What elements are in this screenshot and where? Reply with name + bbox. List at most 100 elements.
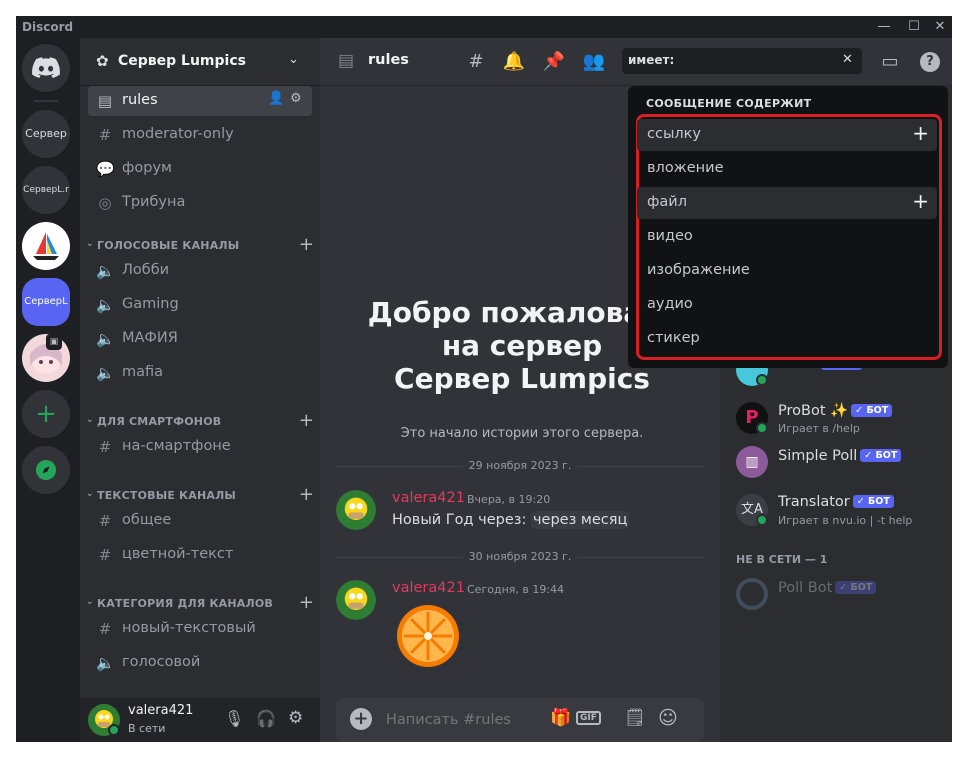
rules-channel-icon: ▤ <box>338 51 355 71</box>
minimize-button[interactable]: — <box>874 18 894 36</box>
gif-button[interactable]: GIF <box>576 711 601 725</box>
channel-rules[interactable]: ▤ rules 👤 ⚙ <box>88 86 312 116</box>
member-list-icon[interactable]: 👥 <box>582 50 606 74</box>
filter-option-video[interactable]: видео <box>637 221 937 253</box>
member-simple-poll[interactable]: ▥ Simple Poll ✓ БОТ <box>734 444 944 486</box>
stage-icon: ◎ <box>98 194 112 212</box>
channel-voice[interactable]: 🔈 голосовой <box>88 648 312 678</box>
hash-icon: # <box>98 438 112 456</box>
category-text[interactable]: ⌄ ТЕКСТОВЫЕ КАНАЛЫ + <box>86 484 314 505</box>
server-icon-serverl-r[interactable]: СерверL.r <box>22 166 70 214</box>
add-channel-icon[interactable]: + <box>299 410 314 431</box>
server-icon-sailboat[interactable] <box>22 222 70 270</box>
bot-badge: ✓ БОТ <box>852 495 894 508</box>
online-status-dot <box>756 514 768 526</box>
add-server-button[interactable]: + <box>22 390 70 438</box>
category-smartphones[interactable]: ⌄ ДЛЯ СМАРТФОНОВ + <box>86 410 314 431</box>
title-bar: Discord — ☐ ✕ <box>16 16 952 38</box>
maximize-button[interactable]: ☐ <box>904 18 924 36</box>
hash-icon: # <box>98 546 112 564</box>
discord-logo-icon <box>32 57 60 78</box>
bell-icon[interactable]: 🔔 <box>502 50 526 74</box>
invite-icon[interactable]: 👤 <box>268 91 284 106</box>
search-box[interactable]: имеет: ✕ <box>622 48 862 74</box>
timestamp-highlight: через месяц <box>530 511 630 529</box>
emoji-icon[interactable]: ☺ <box>658 707 678 729</box>
member-poll-bot[interactable]: Poll Bot ✓ БОТ <box>734 576 944 618</box>
message-author[interactable]: valera421 <box>392 490 465 506</box>
orange-sticker[interactable] <box>396 604 460 668</box>
channel-title: rules <box>368 52 409 68</box>
user-panel: valera421 В сети 🎙 🎧 ⚙ <box>80 698 320 742</box>
channel-moderator-only[interactable]: # moderator-only <box>88 120 312 150</box>
search-input[interactable]: имеет: <box>628 53 674 67</box>
app-title: Discord <box>22 20 74 34</box>
channel-gaming[interactable]: 🔈 Gaming <box>88 290 312 320</box>
message-input[interactable] <box>386 708 536 732</box>
microphone-icon[interactable]: 🎙 <box>224 709 244 728</box>
add-channel-icon[interactable]: + <box>299 234 314 255</box>
clear-search-icon[interactable]: ✕ <box>842 52 853 67</box>
filter-option-file[interactable]: файл + <box>637 187 937 219</box>
pin-icon[interactable]: 📌 <box>542 50 566 74</box>
add-channel-icon[interactable]: + <box>299 484 314 505</box>
compass-icon <box>36 460 56 480</box>
locked-hash-icon: # <box>98 126 112 144</box>
message-avatar[interactable] <box>336 490 376 530</box>
filter-option-sticker[interactable]: стикер <box>637 323 937 355</box>
popup-title: СООБЩЕНИЕ СОДЕРЖИТ <box>646 97 812 110</box>
headphones-icon[interactable]: 🎧 <box>256 709 276 728</box>
home-button[interactable] <box>22 44 70 92</box>
channel-lobby[interactable]: 🔈 Лобби <box>88 256 312 286</box>
message-author[interactable]: valera421 <box>392 580 465 596</box>
channel-forum[interactable]: 💬 форум <box>88 154 312 184</box>
event-badge-icon: ▣ <box>46 334 62 350</box>
chevron-down-icon: ⌄ <box>86 597 94 607</box>
inbox-icon[interactable]: ▭ <box>878 50 902 74</box>
chevron-down-icon[interactable]: ⌄ <box>288 52 299 67</box>
message-avatar[interactable] <box>336 580 376 620</box>
explore-servers-button[interactable] <box>22 446 70 494</box>
channel-color-text[interactable]: # цветной-текст <box>88 540 312 570</box>
channel-na-smartfone[interactable]: # на-смартфоне <box>88 432 312 462</box>
threads-icon[interactable]: # <box>464 50 488 74</box>
message-timestamp: Вчера, в 19:20 <box>467 493 551 506</box>
filter-option-image[interactable]: изображение <box>637 255 937 287</box>
filter-option-attachment[interactable]: вложение <box>637 153 937 185</box>
date-divider: 30 ноября 2023 г. <box>336 550 704 563</box>
add-attachment-button[interactable]: + <box>350 708 372 730</box>
locked-hash-icon: # <box>98 620 112 638</box>
help-icon[interactable]: ? <box>920 52 940 72</box>
username: valera421 <box>128 703 194 718</box>
channel-mafia-ru[interactable]: 🔈 МАФИЯ <box>88 324 312 354</box>
homer-avatar-icon <box>336 490 376 530</box>
speaker-icon: 🔈 <box>96 262 115 280</box>
settings-gear-icon[interactable]: ⚙ <box>288 708 303 728</box>
message-timestamp: Сегодня, в 19:44 <box>467 583 565 596</box>
add-channel-icon[interactable]: + <box>299 592 314 613</box>
search-filter-popup: СООБЩЕНИЕ СОДЕРЖИТ ссылку + вложение фай… <box>628 86 948 368</box>
gear-icon[interactable]: ⚙ <box>290 91 302 106</box>
sticker-icon[interactable]: 🗒 <box>624 708 646 728</box>
plus-icon: + <box>912 121 929 145</box>
speaker-icon: 🔈 <box>96 330 115 348</box>
channel-mafia[interactable]: 🔈 mafia <box>88 358 312 388</box>
server-icon-server[interactable]: Сервер <box>22 110 70 158</box>
member-translator[interactable]: 文A Translator ✓ БОТ Играет в nvu.io | -t … <box>734 490 944 532</box>
server-header[interactable]: ✿ Сервер Lumpics ⌄ <box>80 38 320 86</box>
category-voice[interactable]: ⌄ ГОЛОСОВЫЕ КАНАЛЫ + <box>86 234 314 255</box>
close-window-button[interactable]: ✕ <box>930 18 950 36</box>
orange-slice-icon <box>397 605 459 667</box>
channel-general[interactable]: # общее <box>88 506 312 536</box>
category-channels[interactable]: ⌄ КАТЕГОРИЯ ДЛЯ КАНАЛОВ + <box>86 592 314 613</box>
channel-stage[interactable]: ◎ Трибуна <box>88 188 312 218</box>
speaker-icon: 🔈 <box>96 654 115 672</box>
gift-icon[interactable]: 🎁 <box>550 708 571 728</box>
filter-option-link[interactable]: ссылку + <box>637 119 937 151</box>
filter-option-audio[interactable]: аудио <box>637 289 937 321</box>
channel-new-text[interactable]: # новый-текстовый <box>88 614 312 644</box>
server-icon-serverl-active[interactable]: СерверL <box>22 278 70 326</box>
online-status-dot <box>756 374 768 386</box>
member-probot[interactable]: P ProBot ✨ ✓ БОТ Играет в /help <box>734 398 944 440</box>
date-divider: 29 ноября 2023 г. <box>336 459 704 472</box>
